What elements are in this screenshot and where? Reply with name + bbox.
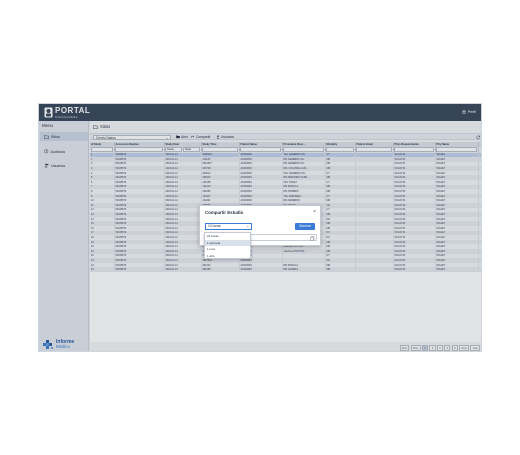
copy-icon[interactable]	[310, 236, 315, 241]
generate-button[interactable]: Generar	[295, 223, 315, 230]
expiry-select-value: 24 horas	[208, 224, 221, 228]
chevron-down-icon: ⌄	[246, 224, 249, 228]
dialog-title: Compartir Estudio	[205, 210, 244, 215]
expiry-dropdown: 24 horas 1 semana 1 mes 1 año	[204, 232, 251, 259]
close-icon[interactable]: ×	[313, 209, 316, 215]
expiry-option[interactable]: 1 año	[205, 253, 250, 260]
expiry-select[interactable]: 24 horas ⌄	[205, 223, 252, 230]
